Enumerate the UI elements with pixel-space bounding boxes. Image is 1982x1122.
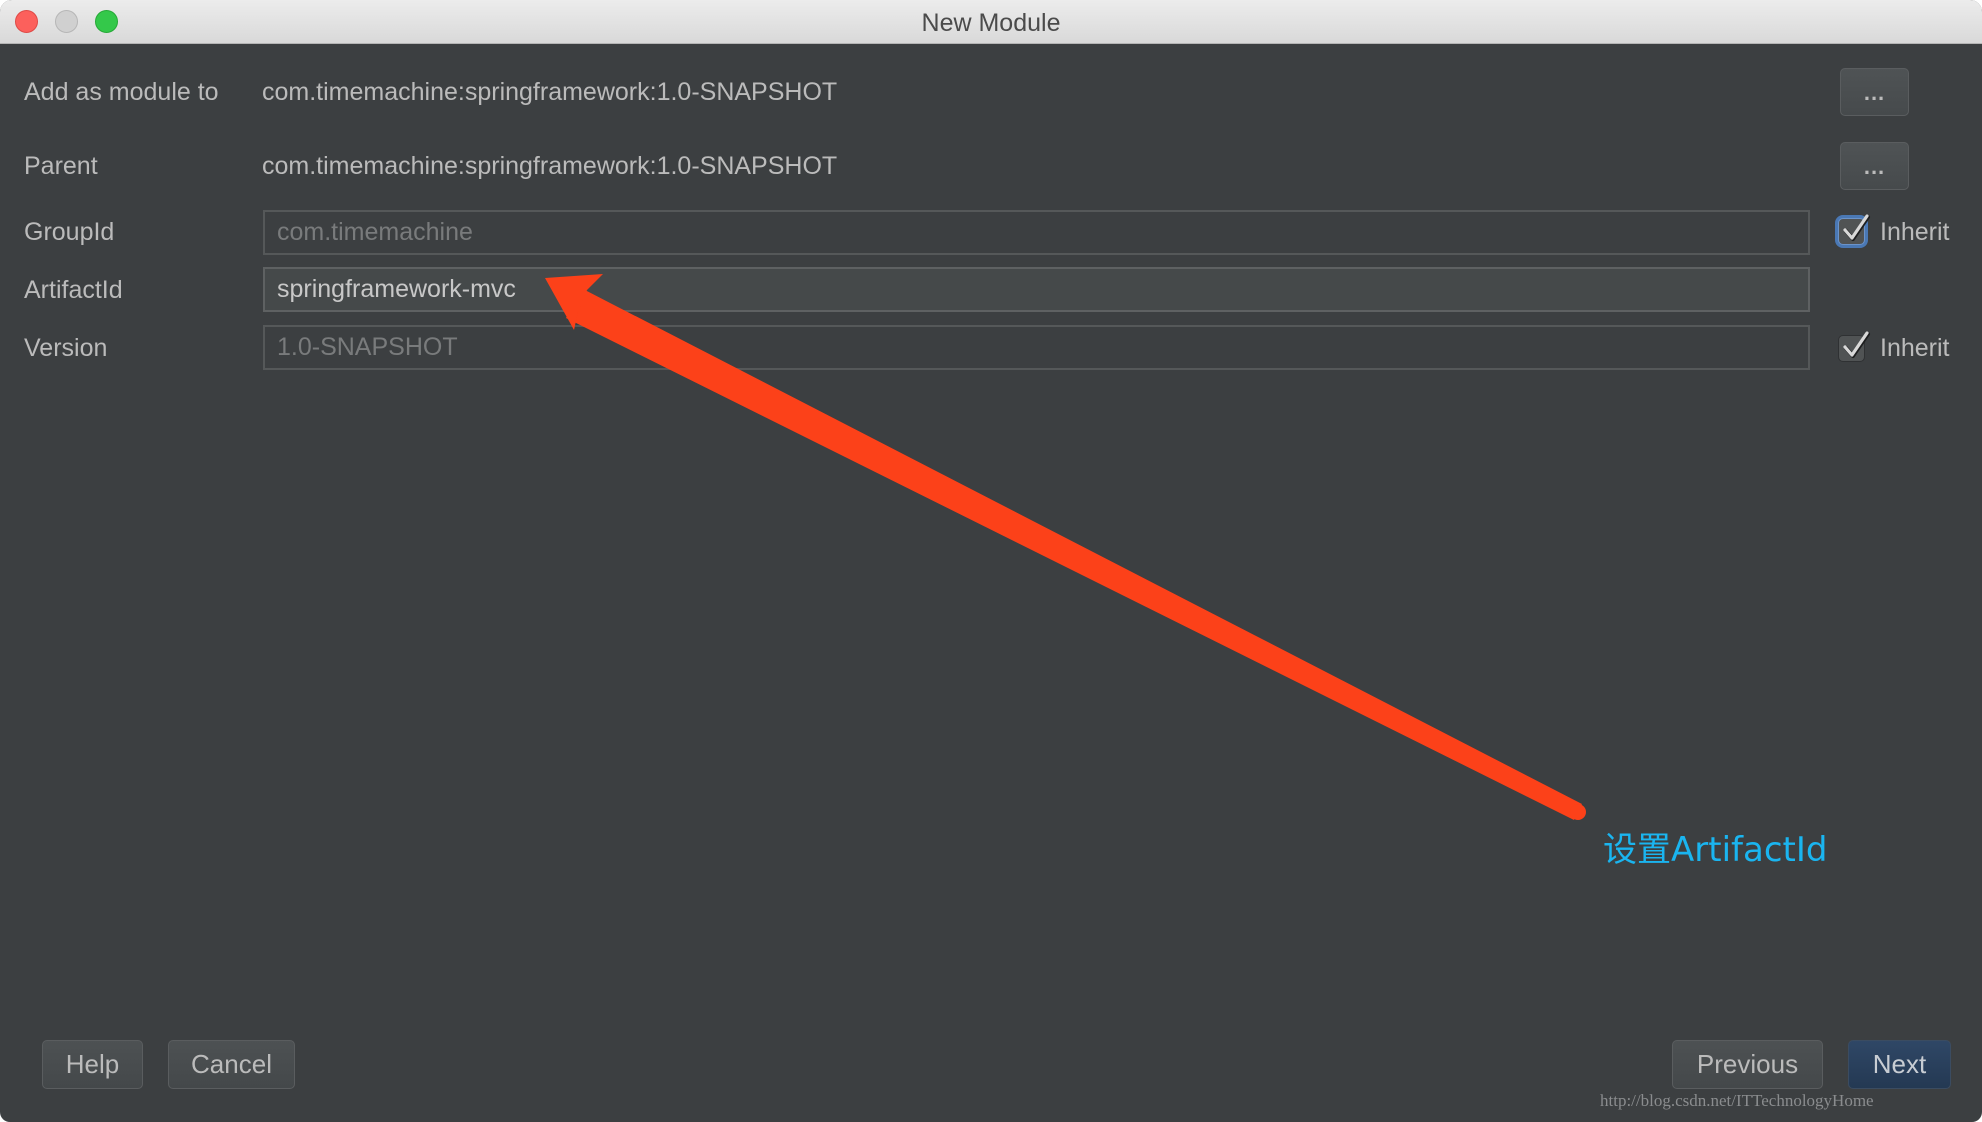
annotation-arrow: [545, 274, 1586, 820]
arrow-tail-cap: [1570, 804, 1586, 820]
cancel-button[interactable]: Cancel: [168, 1040, 295, 1089]
next-button[interactable]: Next: [1848, 1040, 1951, 1089]
new-module-dialog: New Module Add as module to com.timemach…: [0, 0, 1982, 1122]
watermark: http://blog.csdn.net/ITTechnologyHome: [1600, 1091, 1874, 1110]
arrow-shaft: [566, 289, 1582, 820]
help-button[interactable]: Help: [42, 1040, 143, 1089]
previous-button[interactable]: Previous: [1672, 1040, 1823, 1089]
annotation-label: 设置ArtifactId: [1603, 830, 1828, 870]
